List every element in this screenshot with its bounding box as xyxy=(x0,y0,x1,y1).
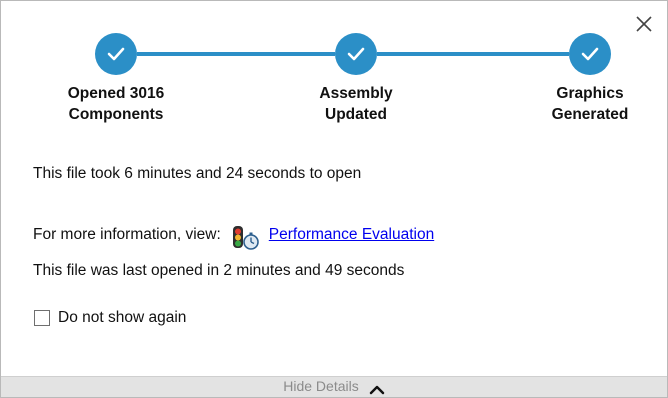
step-label-opened: Opened 3016 Components xyxy=(67,85,165,123)
check-icon xyxy=(347,47,365,61)
open-time-message: This file took 6 minutes and 24 seconds … xyxy=(33,165,362,182)
step-complete-indicator xyxy=(569,33,611,75)
hide-details-label: Hide Details xyxy=(283,378,359,394)
check-icon xyxy=(581,47,599,61)
do-not-show-again-option[interactable]: Do not show again xyxy=(34,309,186,327)
last-opened-message: This file was last opened in 2 minutes a… xyxy=(33,262,405,279)
do-not-show-again-label: Do not show again xyxy=(58,309,187,326)
step-label-graphics: Graphics Generated xyxy=(551,85,629,123)
more-info-label: For more information, view: xyxy=(33,226,221,243)
step-complete-indicator xyxy=(95,33,137,75)
open-summary-dialog: Opened 3016 Components Assembly Updated … xyxy=(0,0,668,398)
step-connector xyxy=(377,52,569,56)
do-not-show-again-checkbox[interactable] xyxy=(34,310,50,326)
performance-evaluation-icon xyxy=(231,224,261,252)
more-info-row: For more information, view: Performance … xyxy=(33,221,434,252)
step-connector xyxy=(137,52,335,56)
step-label-assembly: Assembly Updated xyxy=(319,85,393,123)
progress-steps: Opened 3016 Components Assembly Updated … xyxy=(1,1,667,141)
details-footer[interactable]: Hide Details xyxy=(1,376,667,397)
chevron-up-icon xyxy=(369,385,384,395)
check-icon xyxy=(107,47,125,61)
hide-details-toggle[interactable]: Hide Details xyxy=(1,378,667,395)
step-complete-indicator xyxy=(335,33,377,75)
performance-evaluation-link[interactable]: Performance Evaluation xyxy=(269,226,434,244)
